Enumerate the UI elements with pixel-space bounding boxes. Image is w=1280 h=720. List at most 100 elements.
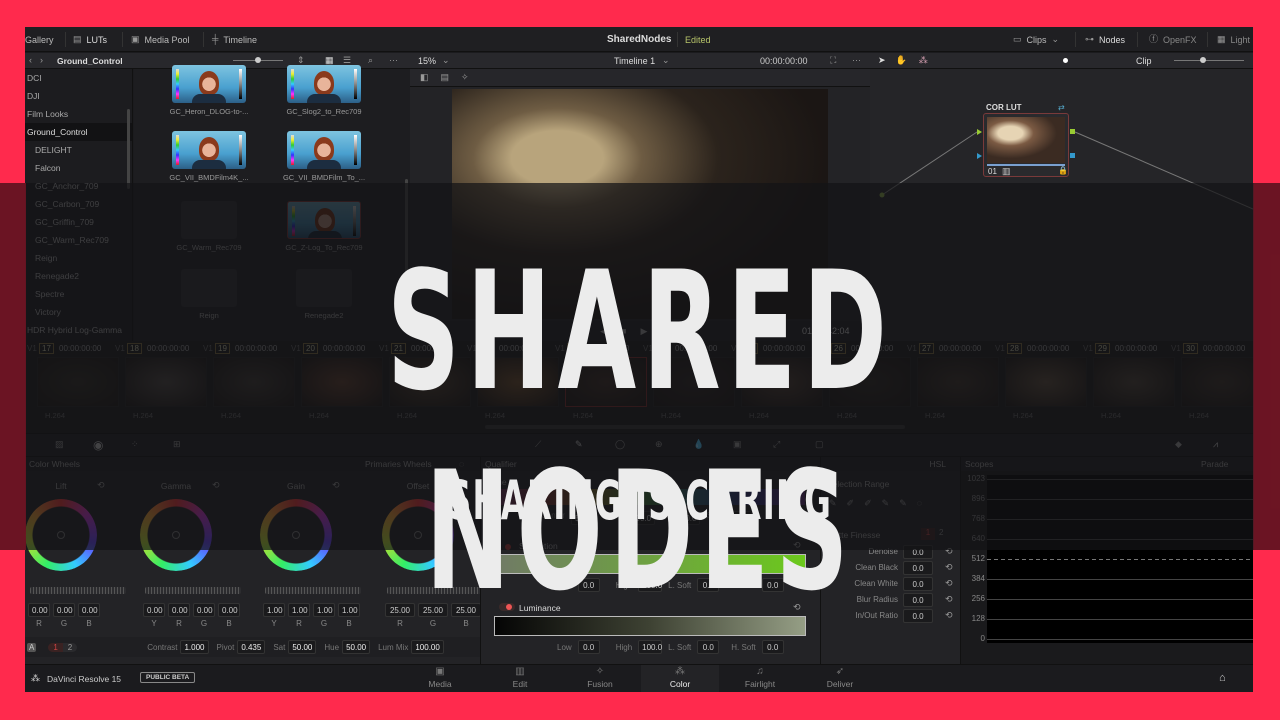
split-view-icon[interactable]: ◧ [420, 73, 429, 82]
reset-icon[interactable]: ⟲ [97, 481, 105, 490]
folder-item[interactable]: HDR Hybrid Log-Gamma [25, 321, 132, 339]
camera-raw-icon[interactable]: ▨ [55, 440, 64, 449]
lut-thumbnail[interactable] [172, 65, 246, 103]
color-wheels-icon[interactable]: ◉ [93, 439, 103, 451]
pointer-icon[interactable]: ➤ [878, 56, 886, 65]
hue-field[interactable]: 50.00 [342, 640, 371, 654]
lightbox-button[interactable]: ▦ Light [1217, 27, 1250, 52]
folder-item[interactable]: GC_Anchor_709 [25, 177, 132, 195]
wheel-value-field[interactable]: 0.00 [218, 603, 240, 617]
pivot-field[interactable]: 0.435 [237, 640, 266, 654]
page-tab-color[interactable]: ⁂ Color [641, 665, 719, 692]
slider-handle[interactable] [255, 57, 261, 63]
lut-thumbnail[interactable] [172, 131, 246, 169]
scopes-icon[interactable]: ⩘ [1213, 440, 1218, 449]
folder-item[interactable]: DCI [25, 69, 132, 87]
contrast-field[interactable]: 1.000 [180, 640, 209, 654]
folder-item[interactable]: DJI [25, 87, 132, 105]
wheel-center-handle[interactable] [57, 531, 65, 539]
clips-icon: ▭ [1013, 34, 1022, 44]
high-field[interactable]: 100.0 [638, 640, 662, 654]
wheel-center-handle[interactable] [172, 531, 180, 539]
project-title: SharedNodes [607, 34, 672, 45]
timeline-tab[interactable]: ╪ Timeline [212, 27, 257, 52]
fullscreen-icon[interactable]: ⛶ [830, 56, 836, 65]
clips-button[interactable]: ▭ Clips ⌄ [1013, 27, 1059, 52]
clip-thumbnail[interactable] [125, 357, 207, 407]
keyframes-icon[interactable]: ◆ [1175, 440, 1182, 449]
page-tab-edit[interactable]: ▥ Edit [481, 665, 559, 692]
page-tab-fusion[interactable]: ✧ Fusion [561, 665, 639, 692]
master-wheel-slider[interactable] [30, 587, 126, 594]
luts-tab[interactable]: ▤ LUTs [73, 27, 107, 52]
more-icon[interactable]: ··· [389, 56, 398, 65]
magic-wand-icon[interactable]: ✧ [461, 73, 469, 82]
lut-folder[interactable] [181, 201, 237, 239]
timeline-selector[interactable]: Timeline 1 [614, 56, 655, 66]
zoom-level[interactable]: 15% [418, 56, 436, 66]
clip-codec: H.264 [45, 411, 66, 420]
low-field[interactable]: 0.0 [577, 640, 600, 654]
folder-item[interactable]: GC_Griffin_709 [25, 213, 132, 231]
lut-folder[interactable] [181, 269, 237, 307]
sort-icon[interactable]: ⇕ [297, 56, 305, 65]
folder-item[interactable]: Renegade2 [25, 267, 132, 285]
clip-thumbnail[interactable] [1181, 357, 1253, 407]
node-zoom-slider[interactable] [1174, 60, 1244, 61]
lum-mix-field[interactable]: 100.00 [411, 640, 444, 654]
folder-item[interactable]: Reign [25, 249, 132, 267]
wheel-value-field[interactable]: 0.00 [143, 603, 165, 617]
clip-thumbnail[interactable] [1093, 357, 1175, 407]
clip-thumbnail[interactable] [37, 357, 119, 407]
media-pool-tab[interactable]: ▣ Media Pool [131, 27, 190, 52]
home-icon[interactable]: ⌂ [1219, 673, 1226, 684]
grid-icon[interactable]: ▤ [441, 73, 450, 82]
viewer-timecode[interactable]: 00:00:00:00 [760, 56, 808, 66]
folder-item[interactable]: DELIGHT [25, 141, 132, 159]
wheel-value-field[interactable]: 0.00 [193, 603, 215, 617]
page-1-button[interactable]: 1 [48, 642, 63, 652]
lut-thumbnail[interactable] [287, 131, 361, 169]
wheel-value-field[interactable]: 0.00 [168, 603, 190, 617]
folder-item[interactable]: Spectre [25, 285, 132, 303]
folder-item[interactable]: Film Looks [25, 105, 132, 123]
nodes-button[interactable]: ⊶ Nodes [1085, 27, 1125, 52]
wheel-value-field[interactable]: 0.00 [28, 603, 50, 617]
gallery-tab[interactable]: Gallery [25, 27, 54, 52]
folder-item[interactable]: GC_Warm_Rec709 [25, 231, 132, 249]
rgb-mixer-icon[interactable]: ⊞ [173, 440, 181, 449]
lsoft-field[interactable]: 0.0 [697, 640, 720, 654]
back-icon[interactable]: ‹ [29, 56, 32, 65]
auto-balance-button[interactable]: A [27, 642, 37, 652]
search-icon[interactable]: ⌕ [368, 56, 373, 65]
forward-icon[interactable]: › [40, 56, 43, 65]
sidebar-scrollbar[interactable] [127, 109, 130, 189]
slider-handle[interactable] [1200, 57, 1206, 63]
gray-bars [354, 69, 357, 99]
page-tab-deliver[interactable]: ➶ Deliver [801, 665, 879, 692]
sat-field[interactable]: 50.00 [288, 640, 317, 654]
wheel-value-field[interactable]: 0.00 [78, 603, 100, 617]
wheel-value-field[interactable]: 0.00 [53, 603, 75, 617]
grid-view-icon[interactable]: ▦ [325, 56, 334, 65]
color-dots-icon[interactable]: ⁂ [919, 56, 928, 65]
master-wheel-slider[interactable] [145, 587, 241, 594]
hand-icon[interactable]: ✋ [896, 56, 907, 65]
reset-icon[interactable]: ⟲ [212, 481, 220, 490]
folder-item[interactable]: Ground_Control [25, 123, 132, 141]
scope-mode-selector[interactable]: Parade [1201, 457, 1228, 471]
lut-thumbnail[interactable] [287, 65, 361, 103]
more-icon[interactable]: ··· [852, 56, 861, 65]
hsoft-field[interactable]: 0.0 [761, 640, 784, 654]
page-tab-fairlight[interactable]: ♫ Fairlight [721, 665, 799, 692]
thumbnail-subject [199, 137, 219, 161]
folder-item[interactable]: GC_Carbon_709 [25, 195, 132, 213]
color-match-icon[interactable]: ⁘ [131, 440, 139, 449]
page-tab-media[interactable]: ▣ Media [401, 665, 479, 692]
page-2-button[interactable]: 2 [62, 642, 78, 652]
openfx-button[interactable]: ⓕ OpenFX [1149, 27, 1197, 52]
folder-item[interactable]: Victory [25, 303, 132, 321]
node-mode-selector[interactable]: Clip [1136, 56, 1152, 66]
list-view-icon[interactable]: ☰ [343, 56, 351, 65]
folder-item[interactable]: Falcon [25, 159, 132, 177]
